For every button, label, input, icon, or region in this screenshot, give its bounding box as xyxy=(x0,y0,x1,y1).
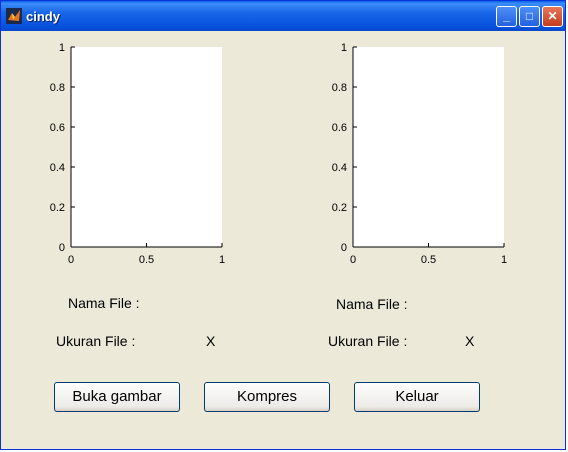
right-y-tick-label: 0 xyxy=(341,242,347,254)
left-axes-ticklabels: 1 0.8 0.6 0.4 0.2 0 0 0.5 1 xyxy=(50,42,225,266)
left-file-size-value: X xyxy=(206,333,216,349)
right-file-size-label: Ukuran File : xyxy=(328,333,408,349)
left-x-tick-label: 1 xyxy=(219,254,225,266)
right-axes-ticklabels: 1 0.8 0.6 0.4 0.2 0 0 0.5 1 xyxy=(332,42,507,266)
right-x-tick-label: 0 xyxy=(350,254,356,266)
left-x-tick-label: 0.5 xyxy=(139,254,154,266)
right-y-tick-label: 0.2 xyxy=(332,202,347,214)
open-image-button[interactable]: Buka gambar xyxy=(54,382,180,412)
left-y-tick-label: 0.2 xyxy=(50,202,65,214)
left-y-tick-label: 0.6 xyxy=(50,122,65,134)
left-file-size-label: Ukuran File : xyxy=(56,333,136,349)
exit-button[interactable]: Keluar xyxy=(354,382,480,412)
left-x-tick-label: 0 xyxy=(68,254,74,266)
right-file-size-value: X xyxy=(465,333,475,349)
right-x-tick-label: 0.5 xyxy=(421,254,436,266)
compress-button[interactable]: Kompres xyxy=(204,382,330,412)
app-window: cindy _ □ ✕ 1 0.8 0.6 0.4 0.2 0 0 0.5 1 xyxy=(0,0,566,450)
left-file-name-label: Nama File : xyxy=(68,295,140,311)
left-y-tick-label: 0.8 xyxy=(50,82,65,94)
right-y-tick-label: 0.6 xyxy=(332,122,347,134)
right-y-tick-label: 1 xyxy=(341,42,347,54)
right-y-tick-label: 0.8 xyxy=(332,82,347,94)
left-y-tick-label: 0.4 xyxy=(50,162,65,174)
left-y-tick-label: 1 xyxy=(59,42,65,54)
right-x-tick-label: 1 xyxy=(501,254,507,266)
right-file-name-label: Nama File : xyxy=(336,296,408,312)
right-y-tick-label: 0.4 xyxy=(332,162,347,174)
left-y-tick-label: 0 xyxy=(59,242,65,254)
